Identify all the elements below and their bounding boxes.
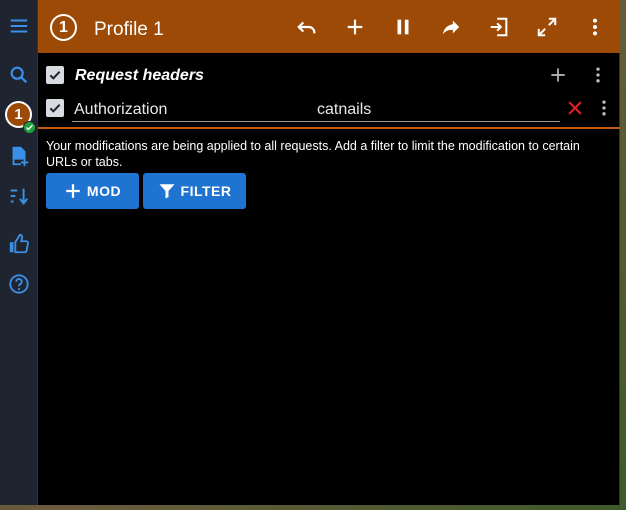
more-vert-icon <box>596 67 600 83</box>
input-underline <box>72 121 560 122</box>
section-checkbox[interactable] <box>46 66 64 84</box>
header-value-input[interactable] <box>317 99 547 121</box>
sort-button[interactable] <box>5 182 33 210</box>
add-header-button[interactable] <box>547 64 569 86</box>
profile-number-badge[interactable]: 1 <box>50 14 77 41</box>
add-filter-button[interactable]: FILTER <box>143 173 246 209</box>
menu-icon <box>10 19 28 33</box>
import-button[interactable] <box>486 14 512 40</box>
import-icon <box>490 17 508 37</box>
info-message: Your modifications are being applied to … <box>46 139 580 169</box>
expand-button[interactable] <box>534 14 560 40</box>
filter-icon <box>159 184 175 199</box>
add-mod-label: MOD <box>86 183 122 199</box>
add-profile-button[interactable] <box>5 142 33 170</box>
help-button[interactable] <box>5 270 33 298</box>
modheader-popup: 1 1 Profile 1 Request headers Authorizat… <box>0 0 620 505</box>
check-icon <box>49 70 61 80</box>
add-file-icon <box>12 146 29 167</box>
add-filter-label: FILTER <box>180 183 232 199</box>
add-button[interactable] <box>342 14 368 40</box>
menu-button[interactable] <box>5 12 33 40</box>
plus-icon <box>66 184 80 198</box>
section-more-button[interactable] <box>587 64 609 86</box>
plus-icon <box>551 68 565 82</box>
plus-icon <box>347 19 363 35</box>
share-icon <box>442 20 460 35</box>
add-mod-button[interactable]: MOD <box>46 173 139 209</box>
header-row-more-button[interactable] <box>593 97 615 119</box>
share-button[interactable] <box>438 14 464 40</box>
sort-icon <box>10 188 29 205</box>
more-vert-icon <box>602 100 606 116</box>
section-title: Request headers <box>75 67 204 84</box>
row-divider <box>38 127 620 129</box>
active-check-icon <box>23 121 36 134</box>
expand-icon <box>537 17 557 37</box>
rate-button[interactable] <box>5 230 33 258</box>
more-menu-button[interactable] <box>582 14 608 40</box>
pause-button[interactable] <box>390 14 416 40</box>
sidebar: 1 <box>0 0 38 505</box>
more-vert-icon <box>592 18 598 36</box>
header-name-input[interactable] <box>74 99 294 121</box>
check-icon <box>49 103 61 113</box>
delete-header-button[interactable] <box>564 97 586 119</box>
search-button[interactable] <box>5 61 33 89</box>
close-icon <box>568 101 582 115</box>
thumbs-up-icon <box>9 233 29 254</box>
undo-icon <box>297 21 316 34</box>
header-row-checkbox[interactable] <box>46 99 64 117</box>
header-bar: 1 Profile 1 <box>38 0 620 53</box>
profile-title[interactable]: Profile 1 <box>94 19 164 41</box>
pause-icon <box>397 19 409 35</box>
undo-button[interactable] <box>294 14 320 40</box>
help-icon <box>9 274 29 294</box>
search-icon <box>10 66 28 84</box>
